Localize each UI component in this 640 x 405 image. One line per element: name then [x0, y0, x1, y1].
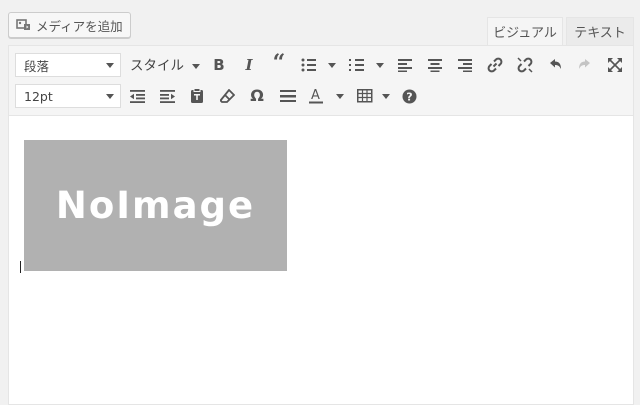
horizontal-rule-icon[interactable] — [277, 85, 299, 107]
font-size-select-value: 12pt — [24, 88, 53, 104]
tab-visual[interactable]: ビジュアル — [487, 17, 563, 45]
paste-text-icon[interactable] — [187, 85, 207, 107]
svg-text:?: ? — [406, 90, 412, 103]
align-center-icon[interactable] — [425, 54, 445, 76]
link-icon[interactable] — [485, 54, 505, 76]
fullscreen-icon[interactable] — [605, 54, 625, 76]
redo-icon[interactable] — [575, 54, 595, 76]
unlink-icon[interactable] — [515, 54, 535, 76]
noimage-placeholder[interactable]: NoImage — [24, 140, 287, 271]
add-media-label: メディアを追加 — [36, 18, 123, 34]
noimage-text: NoImage — [55, 184, 256, 227]
text-cursor — [20, 261, 21, 273]
format-select[interactable]: 段落 — [15, 53, 121, 77]
tab-text[interactable]: テキスト — [566, 17, 634, 45]
editor: 段落 スタイル B I “ 12pt Ω A ? NoImage — [8, 45, 634, 405]
media-icon — [16, 18, 32, 32]
format-select-value: 段落 — [24, 58, 50, 74]
font-size-select[interactable]: 12pt — [15, 84, 121, 108]
editor-toolbar: 段落 スタイル B I “ 12pt Ω A ? — [9, 46, 633, 116]
editor-content[interactable]: NoImage — [9, 116, 633, 404]
style-dropdown-label: スタイル — [130, 58, 184, 74]
align-left-icon[interactable] — [395, 54, 415, 76]
chevron-down-icon — [192, 63, 201, 69]
text-color-icon[interactable]: A — [307, 85, 347, 107]
add-media-button[interactable]: メディアを追加 — [8, 12, 131, 38]
help-icon[interactable]: ? — [399, 85, 419, 107]
undo-icon[interactable] — [545, 54, 565, 76]
indent-icon[interactable] — [157, 85, 177, 107]
eraser-icon[interactable] — [217, 85, 237, 107]
numbered-list-icon[interactable] — [347, 54, 387, 76]
style-dropdown[interactable]: スタイル — [130, 54, 201, 74]
special-character-icon[interactable]: Ω — [247, 84, 267, 106]
bold-icon[interactable]: B — [209, 54, 229, 76]
chevron-down-icon — [106, 94, 114, 99]
svg-text:A: A — [311, 88, 320, 103]
align-right-icon[interactable] — [455, 54, 475, 76]
blockquote-icon[interactable]: “ — [269, 50, 289, 76]
chevron-down-icon — [106, 63, 114, 68]
bullet-list-icon[interactable] — [299, 54, 339, 76]
table-icon[interactable] — [355, 85, 395, 107]
italic-icon[interactable]: I — [239, 54, 259, 76]
outdent-icon[interactable] — [127, 85, 147, 107]
